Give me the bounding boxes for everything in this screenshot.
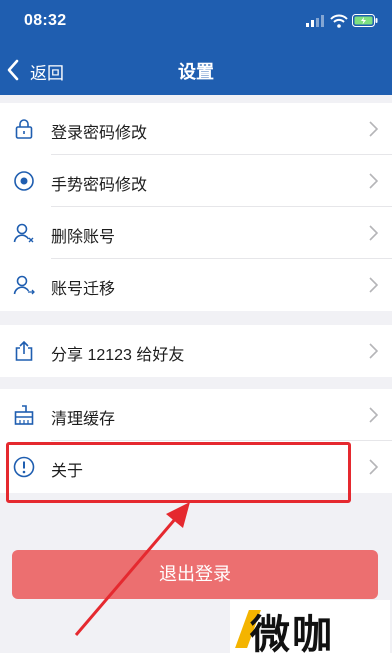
watermark: 微咖	[230, 600, 390, 653]
annotation-arrow	[74, 502, 190, 636]
watermark-text: 微咖	[250, 613, 334, 653]
